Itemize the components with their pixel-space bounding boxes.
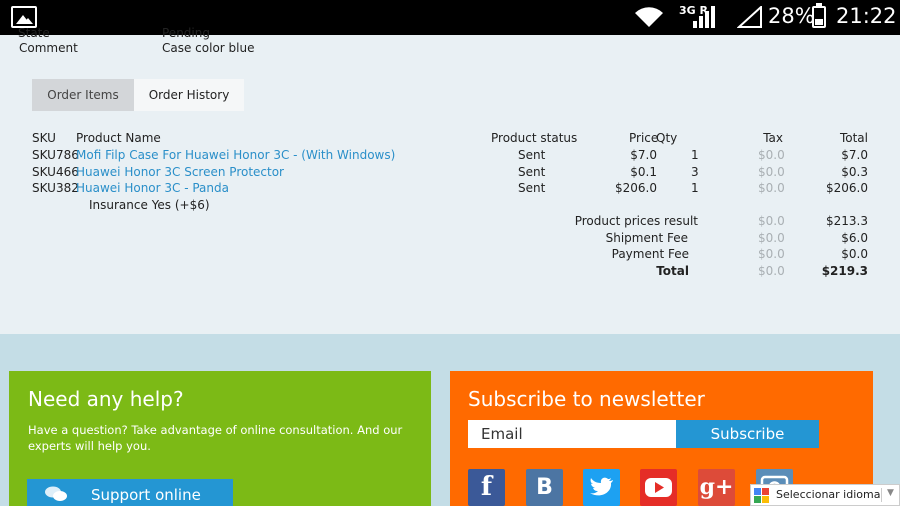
newsletter-title: Subscribe to newsletter: [468, 387, 705, 411]
signal-icon: [693, 6, 715, 28]
divider: [881, 488, 882, 502]
product-link[interactable]: Mofi Filp Case For Huawei Honor 3C - (Wi…: [76, 148, 395, 162]
summary-label: Total: [656, 264, 689, 278]
summary-total: $213.3: [826, 214, 868, 228]
row-total: $7.0: [841, 148, 868, 162]
header-sku: SKU: [32, 131, 56, 145]
state-label: State: [18, 26, 50, 40]
support-online-button[interactable]: Support online: [27, 479, 233, 506]
comment-label: Comment: [19, 41, 78, 55]
status-bar: 3G R 28% 21:22: [0, 0, 900, 35]
product-link[interactable]: Huawei Honor 3C Screen Protector: [76, 165, 284, 179]
help-text: Have a question? Take advantage of onlin…: [28, 423, 403, 453]
battery-percent: 28%: [768, 4, 815, 28]
row-price: $206.0: [615, 181, 657, 195]
summary-total: $219.3: [821, 264, 868, 278]
tab-order-items[interactable]: Order Items: [32, 79, 134, 111]
row-status: Sent: [518, 165, 546, 179]
wifi-icon: [635, 7, 663, 27]
chat-icon: [45, 486, 67, 501]
order-panel: State Pending Comment Case color blue Or…: [0, 26, 900, 334]
tab-order-history[interactable]: Order History: [134, 79, 244, 111]
header-qty: Qty: [656, 131, 678, 145]
comment-value: Case color blue: [162, 41, 255, 55]
twitter-icon[interactable]: [583, 469, 620, 506]
state-row: State Pending: [18, 26, 210, 40]
row-tax: $0.0: [758, 181, 785, 195]
googleplus-icon[interactable]: g+: [698, 469, 735, 506]
summary-tax: $0.0: [758, 247, 785, 261]
language-selector[interactable]: Seleccionar idioma ▼: [750, 484, 900, 506]
header-tax: Tax: [763, 131, 783, 145]
order-tabs: Order Items Order History: [32, 79, 244, 111]
summary-label: Payment Fee: [611, 247, 689, 261]
no-sim-icon: [737, 6, 762, 28]
chevron-down-icon: ▼: [887, 488, 894, 498]
row-price: $7.0: [630, 148, 657, 162]
summary-tax: $0.0: [758, 231, 785, 245]
summary-label: Shipment Fee: [605, 231, 688, 245]
row-status: Sent: [518, 148, 546, 162]
summary-tax: $0.0: [758, 214, 785, 228]
summary-total: $6.0: [841, 231, 868, 245]
subscribe-button[interactable]: Subscribe: [676, 420, 819, 448]
row-tax: $0.0: [758, 148, 785, 162]
youtube-icon[interactable]: [640, 469, 677, 506]
state-value: Pending: [162, 26, 210, 40]
row-price: $0.1: [630, 165, 657, 179]
summary-tax: $0.0: [758, 264, 785, 278]
gallery-icon: [11, 6, 37, 28]
row-total: $206.0: [826, 181, 868, 195]
summary-label: Product prices result: [574, 214, 698, 228]
language-label: Seleccionar idioma: [776, 488, 881, 501]
row-sku: SKU786: [32, 148, 79, 162]
email-input[interactable]: [468, 420, 676, 448]
battery-icon: [812, 3, 826, 28]
header-total: Total: [839, 131, 868, 145]
google-translate-icon: [754, 488, 769, 503]
row-qty: 3: [691, 165, 699, 179]
product-link[interactable]: Huawei Honor 3C - Panda: [76, 181, 229, 195]
header-product-status: Product status: [491, 131, 578, 145]
help-box: Need any help? Have a question? Take adv…: [9, 371, 431, 506]
header-price: Price: [629, 131, 659, 145]
comment-row: Comment Case color blue: [19, 41, 254, 55]
row-status: Sent: [518, 181, 546, 195]
row-qty: 1: [691, 181, 699, 195]
row-tax: $0.0: [758, 165, 785, 179]
help-title: Need any help?: [28, 387, 184, 411]
row-qty: 1: [691, 148, 699, 162]
facebook-icon[interactable]: f: [468, 469, 505, 506]
row-sku: SKU382: [32, 181, 79, 195]
vk-icon[interactable]: B: [526, 469, 563, 506]
row-total: $0.3: [841, 165, 868, 179]
summary-total: $0.0: [841, 247, 868, 261]
header-product-name: Product Name: [76, 131, 161, 145]
row-sku: SKU466: [32, 165, 79, 179]
option-note: Insurance Yes (+$6): [89, 198, 210, 212]
support-online-label: Support online: [91, 486, 201, 504]
clock: 21:22: [836, 4, 897, 28]
